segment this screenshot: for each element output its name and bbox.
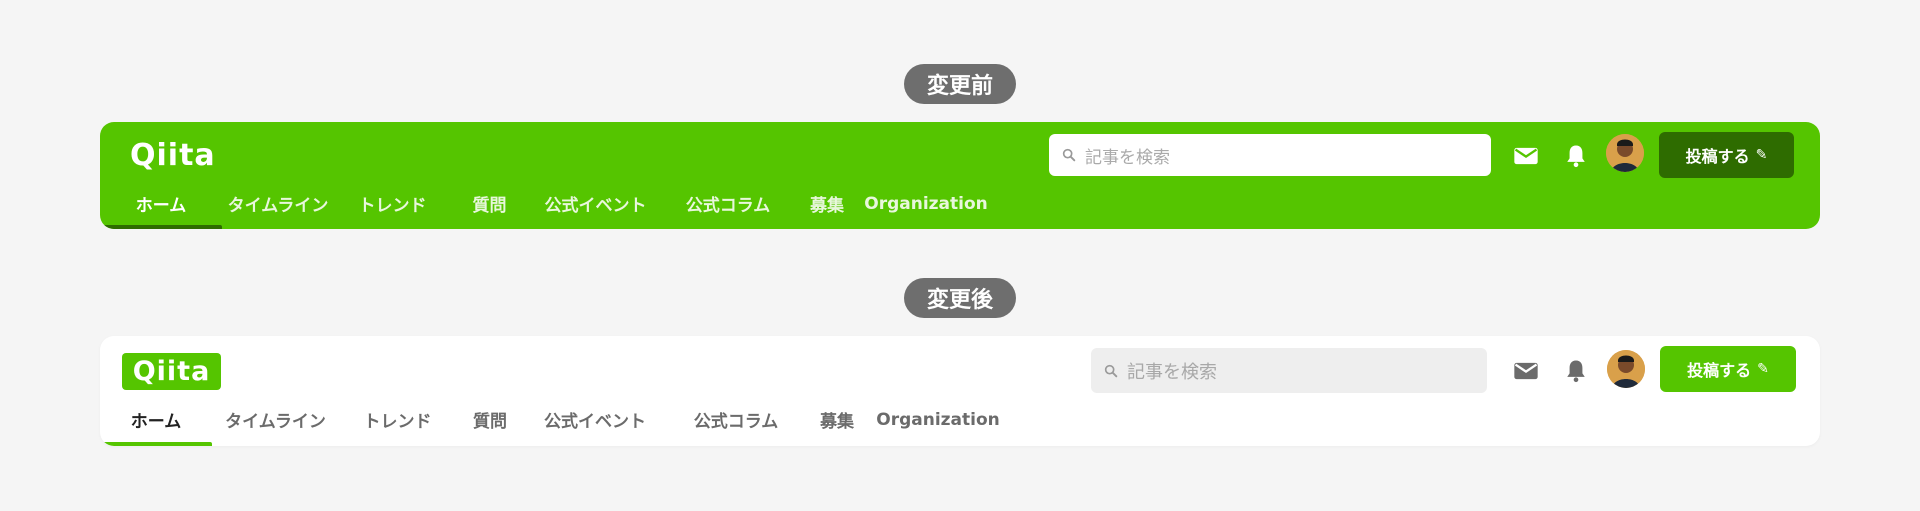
bell-icon[interactable] (1562, 357, 1590, 385)
tab-home[interactable]: ホーム (100, 178, 222, 229)
nav-tabs: ホーム タイムライン トレンド 質問 公式イベント 公式コラム 募集 Organ… (100, 178, 991, 229)
post-button[interactable]: 投稿する ✎ (1659, 132, 1794, 178)
tab-official-columns[interactable]: 公式コラム (663, 178, 793, 229)
bell-icon[interactable] (1562, 142, 1590, 170)
header-before: Qiita 記事を検索 投稿する ✎ ホーム タイムライン トレンド 質問 公式… (100, 122, 1820, 229)
tab-timeline[interactable]: タイムライン (212, 393, 339, 446)
tab-home[interactable]: ホーム (100, 393, 212, 446)
mail-icon[interactable] (1512, 142, 1540, 170)
qiita-logo[interactable]: Qiita (122, 353, 221, 390)
tab-trend[interactable]: トレンド (339, 393, 456, 446)
search-input[interactable]: 記事を検索 (1049, 134, 1491, 176)
tab-official-columns[interactable]: 公式コラム (666, 393, 806, 446)
tab-timeline[interactable]: タイムライン (222, 178, 334, 229)
tab-trend[interactable]: トレンド (334, 178, 451, 229)
after-label: 変更後 (904, 278, 1016, 318)
tab-organization[interactable]: Organization (868, 393, 1008, 446)
search-icon (1104, 364, 1118, 377)
active-tab-indicator (100, 225, 222, 229)
avatar[interactable] (1606, 134, 1644, 172)
before-label: 変更前 (904, 64, 1016, 104)
mail-icon[interactable] (1512, 357, 1540, 385)
post-button-label: 投稿する (1685, 147, 1750, 166)
active-tab-indicator (100, 442, 212, 446)
tab-questions[interactable]: 質問 (451, 178, 528, 229)
tab-organization[interactable]: Organization (861, 178, 991, 229)
header-after: Qiita 記事を検索 投稿する ✎ ホーム タイムライン トレンド 質問 公式… (100, 336, 1820, 446)
post-button[interactable]: 投稿する ✎ (1660, 346, 1796, 392)
search-placeholder: 記事を検索 (1127, 361, 1217, 383)
search-icon (1062, 148, 1076, 162)
qiita-logo[interactable]: Qiita (130, 138, 216, 173)
tab-official-events[interactable]: 公式イベント (528, 178, 663, 229)
tab-recruitment[interactable]: 募集 (793, 178, 861, 229)
pencil-icon: ✎ (1755, 147, 1768, 163)
pencil-icon: ✎ (1757, 361, 1769, 377)
tab-official-events[interactable]: 公式イベント (524, 393, 666, 446)
avatar[interactable] (1607, 350, 1645, 388)
tab-questions[interactable]: 質問 (456, 393, 524, 446)
nav-tabs: ホーム タイムライン トレンド 質問 公式イベント 公式コラム 募集 Organ… (100, 393, 1008, 446)
search-input[interactable]: 記事を検索 (1091, 348, 1487, 393)
search-placeholder: 記事を検索 (1085, 147, 1170, 168)
post-button-label: 投稿する (1687, 361, 1752, 380)
tab-recruitment[interactable]: 募集 (806, 393, 868, 446)
